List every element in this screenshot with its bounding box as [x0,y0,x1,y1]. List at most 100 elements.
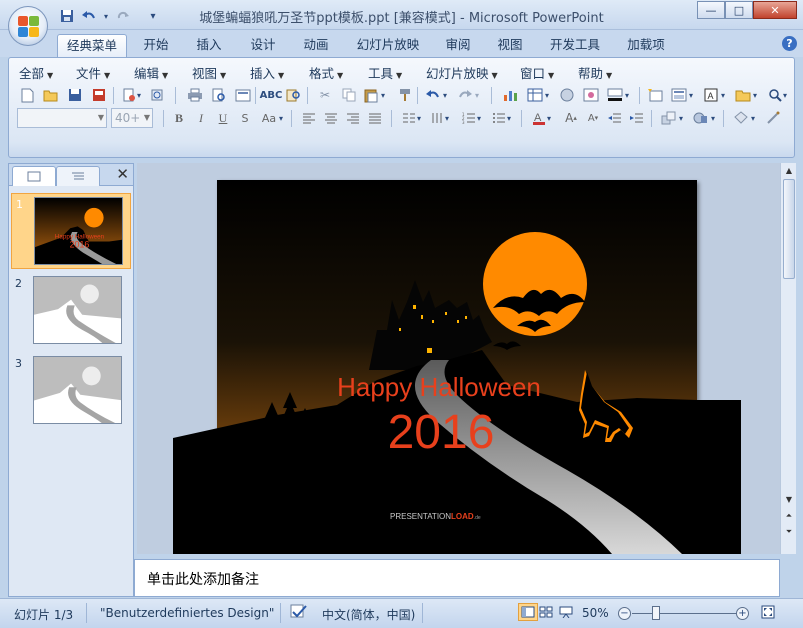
office-button[interactable] [8,6,48,46]
align-left-icon[interactable] [299,108,319,128]
align-right-icon[interactable] [343,108,363,128]
shadow-icon[interactable]: S [235,108,255,128]
clipart-icon[interactable] [557,85,577,105]
tab-home[interactable]: 开始 [136,34,176,57]
dropdown-arrow-icon[interactable]: ▾ [475,108,483,128]
undo-icon[interactable] [423,85,443,105]
layout-icon[interactable] [669,85,689,105]
table-icon[interactable] [525,85,545,105]
research-icon[interactable] [283,85,303,105]
menu-slideshow[interactable]: 幻灯片放映 ▼ [426,63,498,82]
chart-icon[interactable] [501,85,521,105]
print-preview-icon[interactable] [209,85,229,105]
menu-edit[interactable]: 编辑 ▼ [134,63,168,82]
normal-view-button[interactable] [518,603,538,621]
zoom-slider-handle[interactable] [652,606,660,620]
menu-view[interactable]: 视图 ▼ [192,63,226,82]
minimize-button[interactable]: — [697,1,725,19]
tab-outline[interactable] [56,166,100,186]
dropdown-arrow-icon[interactable]: ▾ [505,108,513,128]
dropdown-arrow-icon[interactable]: ▾ [719,85,727,105]
dropdown-arrow-icon[interactable]: ▾ [379,85,387,105]
quick-styles-icon[interactable] [691,108,711,128]
dropdown-arrow-icon[interactable]: ▾ [277,108,285,128]
vertical-scrollbar[interactable]: ▲ ▼ ⏶ ⏷ [780,163,796,554]
slide-thumbnail-1[interactable]: 1 Happy Halloween 2016 [11,193,131,269]
close-button[interactable]: ✕ [753,1,797,19]
scroll-down-icon[interactable]: ▼ [782,493,796,507]
increase-indent-icon[interactable] [627,108,647,128]
dropdown-arrow-icon[interactable]: ▾ [545,108,553,128]
tab-insert[interactable]: 插入 [189,34,229,57]
spelling-check-icon[interactable] [290,604,308,623]
scroll-up-icon[interactable]: ▲ [782,164,796,178]
zoom-slider-track[interactable] [632,613,742,614]
menu-file[interactable]: 文件 ▼ [76,63,110,82]
slide-sorter-button[interactable] [536,603,556,621]
shape-outline-icon[interactable] [763,108,783,128]
decrease-indent-icon[interactable] [605,108,625,128]
shape-fill-icon[interactable] [731,108,751,128]
menu-window[interactable]: 窗口 ▼ [520,63,554,82]
dropdown-arrow-icon[interactable]: ▾ [135,85,143,105]
dropdown-arrow-icon[interactable]: ▾ [543,85,551,105]
spelling-icon[interactable]: ABC [260,85,283,105]
dropdown-arrow-icon[interactable]: ▾ [443,108,451,128]
shrink-font-icon[interactable]: A ▾ [583,108,603,128]
dropdown-arrow-icon[interactable]: ▾ [415,108,423,128]
maximize-button[interactable]: □ [725,1,753,19]
slide-thumbnail-3[interactable]: 3 [11,353,131,429]
arrange-icon[interactable] [659,108,679,128]
new-document-icon[interactable] [17,85,37,105]
justify-icon[interactable] [365,108,385,128]
align-center-icon[interactable] [321,108,341,128]
scrollbar-thumb[interactable] [783,179,795,279]
paste-icon[interactable] [361,85,381,105]
format-painter-icon[interactable] [395,85,415,105]
slide-year[interactable]: 2016 [388,406,495,459]
change-case-icon[interactable]: Aa [259,108,279,128]
dropdown-arrow-icon[interactable]: ▾ [781,85,789,105]
tab-addins[interactable]: 加载项 [620,34,672,57]
dropdown-arrow-icon[interactable]: ▾ [677,108,685,128]
text-box-icon[interactable]: A [701,85,721,105]
menu-all[interactable]: 全部 ▼ [19,63,53,82]
bold-icon[interactable]: B [169,108,189,128]
grow-font-icon[interactable]: A ▴ [561,108,581,128]
dropdown-arrow-icon[interactable]: ▾ [751,85,759,105]
current-slide[interactable]: Happy Halloween 2016 PRESENTATIONLOAD.de [173,180,741,554]
slide-view-icon[interactable] [233,85,253,105]
font-size-combo[interactable]: 40+ ▼ [111,108,153,128]
language-indicator[interactable]: 中文(简体，中国) [322,606,415,623]
notes-pane[interactable]: 单击此处添加备注 [134,559,780,597]
copy-icon[interactable] [339,85,359,105]
tab-review[interactable]: 审阅 [438,34,478,57]
underline-icon[interactable]: U [213,108,233,128]
new-slide-icon[interactable] [645,85,665,105]
close-icon[interactable]: ✕ [116,165,129,183]
slide-thumbnail-2[interactable]: 2 [11,273,131,349]
print-icon[interactable] [185,85,205,105]
font-name-combo[interactable]: ▼ [17,108,107,128]
zoom-out-icon[interactable]: − [618,607,631,620]
theme-name[interactable]: "Benutzerdefiniertes Design" [100,606,274,620]
tab-classic-menu[interactable]: 经典菜单 [57,34,127,57]
shapes-icon[interactable] [733,85,753,105]
tab-view[interactable]: 视图 [490,34,530,57]
slide-title[interactable]: Happy Halloween [337,372,541,402]
tab-slides[interactable] [12,166,56,186]
dropdown-arrow-icon[interactable]: ▾ [749,108,757,128]
dropdown-arrow-icon[interactable]: ▾ [623,85,631,105]
italic-icon[interactable]: I [191,108,211,128]
open-folder-icon[interactable] [41,85,61,105]
tab-slideshow[interactable]: 幻灯片放映 [351,34,425,57]
fill-color-icon[interactable] [605,85,625,105]
menu-help[interactable]: 帮助 ▼ [578,63,612,82]
previous-slide-icon[interactable]: ⏶ [782,509,796,523]
fit-to-window-button[interactable] [758,603,778,621]
menu-format[interactable]: 格式 ▼ [309,63,343,82]
slideshow-button[interactable] [556,603,576,621]
attach-icon[interactable] [147,85,167,105]
cut-icon[interactable]: ✂ [315,85,335,105]
redo-icon[interactable] [455,85,475,105]
